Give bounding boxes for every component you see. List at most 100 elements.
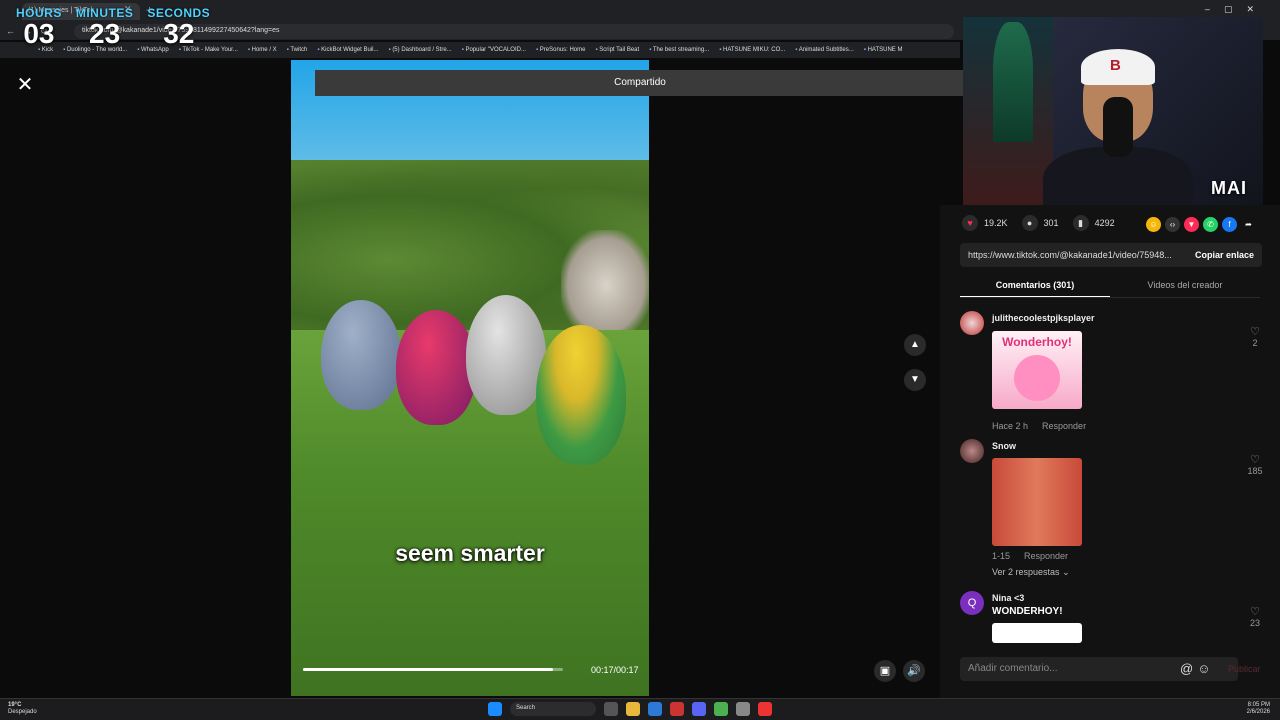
bookmark-item[interactable]: Home / X — [248, 47, 277, 53]
minutes-value: 23 — [89, 18, 121, 49]
taskbar-search[interactable]: Search — [510, 702, 596, 716]
app-icon[interactable] — [670, 702, 684, 716]
like-stat[interactable]: ♥ 19.2K — [962, 215, 1008, 231]
facebook-icon[interactable]: f — [1222, 217, 1237, 232]
screen: (1) Mensajes | TikTok ✕ + – ▢ ✕ ← → ↻ ti… — [0, 0, 1280, 720]
tab-comments[interactable]: Comentarios (301) — [960, 275, 1110, 297]
weather-desc: Despejado — [8, 709, 37, 715]
video-progress-fill — [303, 668, 553, 671]
timer-hours: HOURS 03 — [16, 6, 62, 48]
comment-meta: 1-15 Responder — [992, 551, 1068, 561]
bookmark-item[interactable]: PreSonus: Home — [536, 47, 586, 53]
comment-item: Snow 1-15 Responder Ver 2 respuestas ⌄ ♡… — [960, 439, 1263, 589]
music-app-icon[interactable] — [758, 702, 772, 716]
video-link-field[interactable]: https://www.tiktok.com/@kakanade1/video/… — [960, 243, 1262, 267]
chrome-icon[interactable] — [714, 702, 728, 716]
settings-icon[interactable] — [736, 702, 750, 716]
bookmark-item[interactable]: (5) Dashboard / Stre... — [389, 47, 451, 53]
tab-creator-videos[interactable]: Videos del creador — [1110, 275, 1260, 297]
bookmark-item[interactable]: Twitch — [287, 47, 307, 53]
comment-like[interactable]: ♡ 23 — [1245, 605, 1265, 628]
discord-icon[interactable] — [692, 702, 706, 716]
stream-timer: HOURS 03 MINUTES 23 SECONDS 32 — [16, 6, 210, 48]
send-icon[interactable]: ▼ — [1184, 217, 1199, 232]
timer-minutes: MINUTES 23 — [76, 6, 134, 48]
comment-sticker — [992, 458, 1082, 546]
comment-username[interactable]: Nina <3 — [992, 593, 1024, 603]
save-stat[interactable]: ▮ 4292 — [1072, 215, 1115, 231]
comment-count: 301 — [1043, 218, 1059, 228]
bookmark-icon: ▮ — [1072, 215, 1089, 231]
whatsapp-icon[interactable]: ✆ — [1203, 217, 1218, 232]
avatar[interactable]: Q — [960, 591, 984, 615]
volume-icon[interactable]: 🔊 — [903, 660, 925, 682]
maximize-icon[interactable]: ▢ — [1224, 4, 1233, 15]
comment-username[interactable]: julithecoolestpjksplayer — [992, 313, 1095, 323]
windows-start-icon[interactable] — [488, 702, 502, 716]
video-player[interactable]: seem smarter 00:17/00:17 — [291, 60, 649, 696]
comment-item: julithecoolestpjksplayer Wonderhoy! Hace… — [960, 311, 1260, 431]
file-explorer-icon[interactable] — [626, 702, 640, 716]
copy-link-button[interactable]: Copiar enlace — [1195, 250, 1254, 260]
comment-like[interactable]: ♡ 185 — [1245, 453, 1265, 476]
microphone — [1103, 97, 1133, 157]
comment-like[interactable]: ♡ 2 — [1245, 325, 1265, 348]
view-replies[interactable]: Ver 2 respuestas ⌄ — [992, 567, 1070, 578]
comment-item: Q Nina <3 WONDERHOY! ♡ 23 — [960, 591, 1260, 646]
chevron-down-icon: ⌄ — [1062, 567, 1070, 577]
task-view-icon[interactable] — [604, 702, 618, 716]
input-icons: @ ☺ — [1180, 661, 1210, 676]
avatar[interactable] — [960, 311, 984, 335]
webcam-overlay: B MAI — [963, 17, 1263, 205]
bookmark-item[interactable]: Animated Subtitles... — [795, 47, 854, 53]
next-video-icon[interactable]: ▼ — [904, 369, 926, 391]
close-window-icon[interactable]: ✕ — [1246, 4, 1254, 15]
like-heart-icon: ♡ — [1250, 454, 1260, 466]
comment-stat[interactable]: ● 301 — [1021, 215, 1059, 231]
back-icon[interactable]: ← — [6, 26, 15, 37]
reply-button[interactable]: Responder — [1024, 551, 1068, 561]
share-buttons: ☺ ‹› ▼ ✆ f ➦ — [1146, 217, 1256, 232]
video-time: 00:17/00:17 — [591, 665, 639, 675]
window-controls: – ▢ ✕ — [1205, 4, 1254, 15]
coin-icon[interactable]: ☺ — [1146, 217, 1161, 232]
mention-icon[interactable]: @ — [1180, 661, 1193, 676]
hours-value: 03 — [23, 18, 55, 49]
video-progress-bar[interactable] — [303, 668, 563, 671]
avatar[interactable] — [960, 439, 984, 463]
share-arrow-icon[interactable]: ➦ — [1241, 217, 1256, 232]
emoji-icon[interactable]: ☺ — [1197, 661, 1210, 676]
miniplayer-icon[interactable]: ▣ — [874, 660, 896, 682]
bookmark-item[interactable]: KickBot Widget Buil... — [317, 47, 378, 53]
timer-seconds: SECONDS 32 — [147, 6, 210, 48]
bookmark-item[interactable]: Script Tail Beat — [595, 47, 639, 53]
bookmark-item[interactable]: Popular "VOCALOID... — [462, 47, 526, 53]
post-button[interactable]: Publicar — [1228, 664, 1261, 674]
bookmark-item[interactable]: The best streaming... — [649, 47, 709, 53]
previous-video-icon[interactable]: ▲ — [904, 334, 926, 356]
comment-time: 1-15 — [992, 551, 1011, 561]
bookmark-item[interactable]: HATSUNE MIKU: CO... — [719, 47, 785, 53]
taskbar: 19°C Despejado Search 8:05 PM 2/6/2026 — [0, 698, 1280, 720]
save-count: 4292 — [1094, 218, 1115, 228]
system-clock[interactable]: 8:05 PM 2/6/2026 — [1247, 702, 1270, 716]
seconds-value: 32 — [163, 18, 195, 49]
sidebar-tabs: Comentarios (301) Videos del creador — [960, 275, 1260, 297]
bookmark-item[interactable]: HATSUNE M — [864, 47, 903, 53]
tab-divider — [960, 297, 1260, 298]
heart-icon: ♥ — [962, 215, 978, 231]
weather-widget[interactable]: 19°C Despejado — [8, 702, 37, 716]
cam-decoration — [993, 22, 1033, 142]
edge-icon[interactable] — [648, 702, 662, 716]
close-video-icon[interactable]: ✕ — [14, 74, 36, 96]
reply-button[interactable]: Responder — [1042, 421, 1086, 431]
comment-like-count: 23 — [1249, 618, 1260, 628]
embed-icon[interactable]: ‹› — [1165, 217, 1180, 232]
comment-icon: ● — [1021, 215, 1038, 231]
minimize-icon[interactable]: – — [1205, 4, 1210, 15]
video-link: https://www.tiktok.com/@kakanade1/video/… — [968, 250, 1172, 260]
comment-username[interactable]: Snow — [992, 441, 1016, 451]
parrot-gray — [321, 300, 401, 410]
sticker-character — [1014, 355, 1060, 401]
comment-sticker — [992, 623, 1082, 643]
